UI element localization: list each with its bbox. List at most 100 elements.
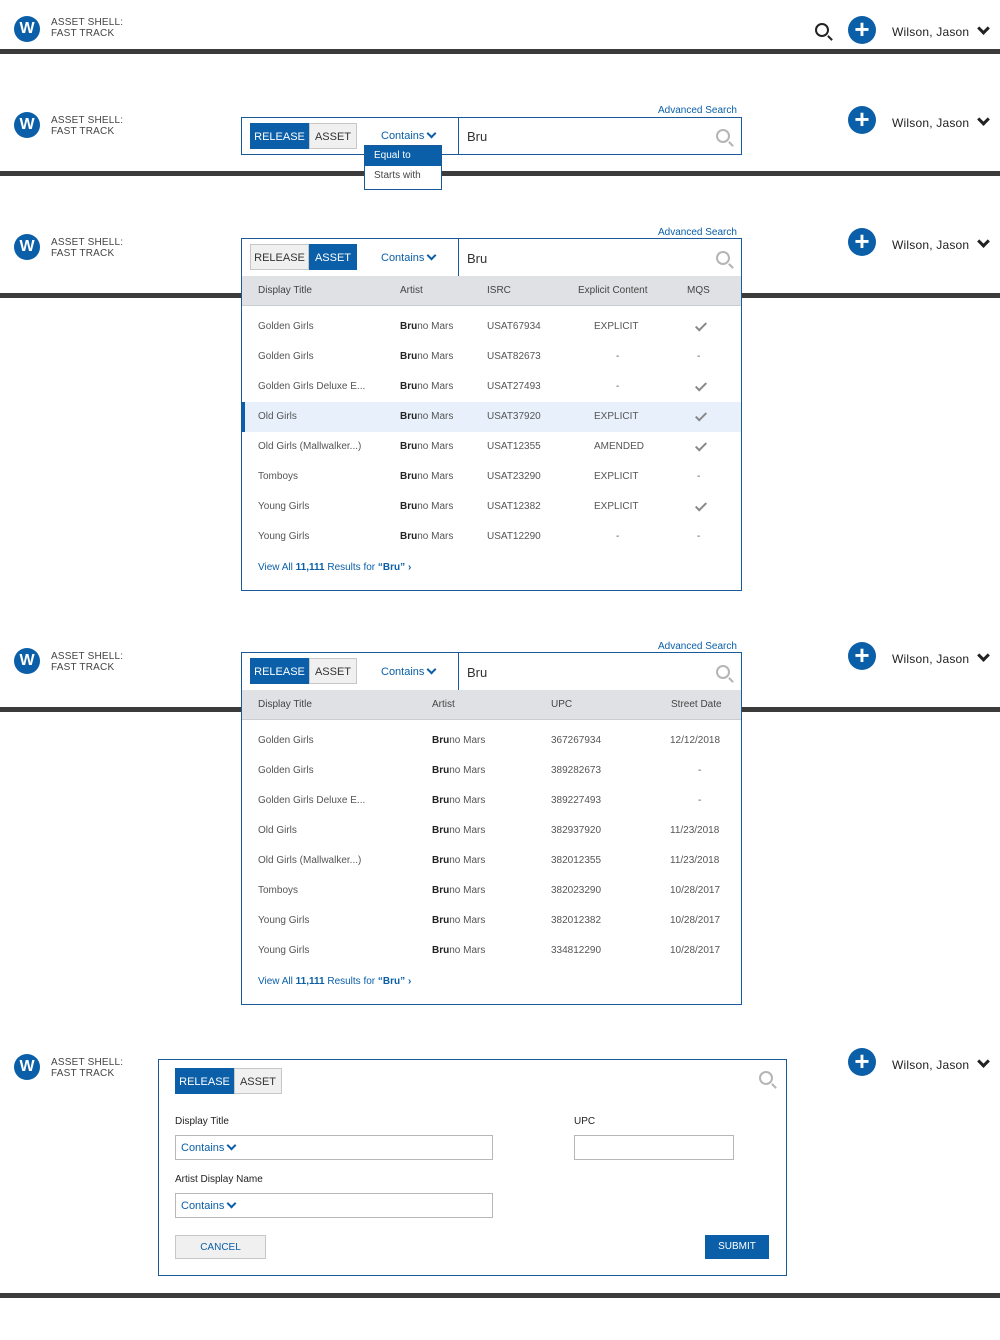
brand-line1: ASSET SHELL:: [51, 17, 124, 28]
chevron-down-icon[interactable]: [426, 664, 437, 675]
table-row[interactable]: Old Girls Bruno Mars USAT37920 EXPLICIT: [242, 402, 741, 432]
operator-select[interactable]: Contains: [181, 1200, 224, 1212]
view-all-link[interactable]: View All 11,111 Results for “Bru” ›: [258, 562, 411, 573]
column-header[interactable]: Explicit Content: [578, 285, 647, 296]
chevron-down-icon[interactable]: [426, 128, 437, 139]
column-header[interactable]: Artist: [432, 699, 455, 710]
tab-release[interactable]: RELEASE: [250, 244, 309, 270]
table-row[interactable]: Golden Girls Bruno Mars USAT82673 - -: [242, 342, 741, 372]
operator-select[interactable]: Contains: [381, 130, 424, 142]
user-name[interactable]: Wilson, Jason: [892, 652, 969, 666]
table-cell: Young Girls: [258, 945, 310, 956]
table-cell: USAT12382: [487, 501, 541, 512]
chevron-down-icon[interactable]: [226, 1198, 237, 1209]
table-row[interactable]: Golden Girls Deluxe E... Bruno Mars USAT27…: [242, 372, 741, 402]
table-row[interactable]: Young Girls Bruno Mars 382012382 10/28/2017: [242, 906, 741, 936]
search-input[interactable]: Bru: [467, 665, 487, 680]
display-title-field[interactable]: Contains: [175, 1135, 493, 1160]
tab-release[interactable]: RELEASE: [175, 1068, 234, 1094]
operator-select[interactable]: Contains: [381, 252, 424, 264]
brand-logo[interactable]: W: [14, 112, 40, 138]
release-search-panel: RELEASE ASSET Contains Bru Display Title…: [241, 652, 742, 1005]
add-icon[interactable]: +: [848, 16, 876, 44]
search-icon[interactable]: [716, 665, 730, 679]
user-name[interactable]: Wilson, Jason: [892, 238, 969, 252]
chevron-down-icon[interactable]: [977, 235, 990, 248]
tab-asset[interactable]: ASSET: [309, 123, 357, 149]
checkmark-icon: [694, 409, 708, 422]
advanced-search-link[interactable]: Advanced Search: [658, 641, 737, 652]
search-icon[interactable]: [716, 251, 730, 265]
tab-asset[interactable]: ASSET: [309, 658, 357, 684]
search-bar: RELEASE ASSET Contains Bru: [241, 117, 742, 155]
column-header[interactable]: Street Date: [671, 699, 722, 710]
submit-button[interactable]: SUBMIT: [705, 1235, 769, 1259]
chevron-down-icon[interactable]: [977, 22, 990, 35]
artist-rest: no Mars: [417, 501, 454, 512]
chevron-down-icon[interactable]: [977, 113, 990, 126]
table-row[interactable]: Golden Girls Bruno Mars 389282673 -: [242, 756, 741, 786]
table-row[interactable]: Young Girls Bruno Mars USAT12382 EXPLICIT: [242, 492, 741, 522]
brand-logo[interactable]: W: [14, 234, 40, 260]
search-icon[interactable]: [716, 129, 730, 143]
table-cell: EXPLICIT: [594, 501, 639, 512]
brand-logo[interactable]: W: [14, 1054, 40, 1080]
table-row[interactable]: Young Girls Bruno Mars 334812290 10/28/2017: [242, 936, 741, 966]
search-input[interactable]: Bru: [467, 251, 487, 266]
table-row[interactable]: Old Girls Bruno Mars 382937920 11/23/2018: [242, 816, 741, 846]
header-bar: [0, 1293, 1000, 1298]
chevron-down-icon[interactable]: [226, 1140, 237, 1151]
column-header[interactable]: Display Title: [258, 285, 312, 296]
header-bar: [0, 49, 1000, 54]
tab-asset[interactable]: ASSET: [309, 244, 357, 270]
search-icon[interactable]: [815, 23, 829, 37]
user-name[interactable]: Wilson, Jason: [892, 116, 969, 130]
view-all-link[interactable]: View All 11,111 Results for “Bru” ›: [258, 976, 411, 987]
column-header[interactable]: Artist: [400, 285, 423, 296]
table-row[interactable]: Old Girls (Mallwalker...) Bruno Mars USAT1…: [242, 432, 741, 462]
table-cell: 382023290: [551, 885, 602, 896]
search-icon[interactable]: [759, 1071, 773, 1085]
table-row[interactable]: Golden Girls Bruno Mars 367267934 12/12/201…: [242, 726, 741, 756]
table-row[interactable]: Golden Girls Bruno Mars USAT67934 EXPLICIT: [242, 312, 741, 342]
advanced-search-link[interactable]: Advanced Search: [658, 227, 737, 238]
table-row[interactable]: Tomboys Bruno Mars USAT23290 EXPLICIT -: [242, 462, 741, 492]
chevron-down-icon[interactable]: [426, 250, 437, 261]
brand-logo[interactable]: W: [14, 16, 40, 42]
table-cell: USAT37920: [487, 411, 541, 422]
tab-release[interactable]: RELEASE: [250, 123, 309, 149]
add-icon[interactable]: +: [848, 106, 876, 134]
user-name[interactable]: Wilson, Jason: [892, 25, 969, 39]
add-icon[interactable]: +: [848, 228, 876, 256]
column-header[interactable]: ISRC: [487, 285, 511, 296]
dropdown-option-starts-with[interactable]: Starts with: [365, 166, 441, 186]
add-icon[interactable]: +: [848, 1048, 876, 1076]
artist-match: Bru: [432, 765, 450, 776]
upc-label: UPC: [574, 1116, 596, 1127]
column-header[interactable]: UPC: [551, 699, 572, 710]
upc-field[interactable]: [574, 1135, 734, 1160]
table-row[interactable]: Tomboys Bruno Mars 382023290 10/28/2017: [242, 876, 741, 906]
column-header[interactable]: MQS: [687, 285, 710, 296]
operator-select[interactable]: Contains: [381, 666, 424, 678]
tab-release[interactable]: RELEASE: [250, 658, 309, 684]
column-header[interactable]: Display Title: [258, 699, 312, 710]
table-row[interactable]: Golden Girls Deluxe E... Bruno Mars 389227…: [242, 786, 741, 816]
table-row[interactable]: Old Girls (Mallwalker...) Bruno Mars 38201…: [242, 846, 741, 876]
tab-asset[interactable]: ASSET: [234, 1068, 282, 1094]
advanced-search-link[interactable]: Advanced Search: [658, 105, 737, 116]
cancel-button[interactable]: CANCEL: [175, 1235, 266, 1259]
user-name[interactable]: Wilson, Jason: [892, 1058, 969, 1072]
artist-rest: no Mars: [417, 471, 454, 482]
dropdown-option-equal-to[interactable]: Equal to: [365, 146, 441, 166]
table-cell: Tomboys: [258, 471, 299, 482]
chevron-down-icon[interactable]: [977, 1055, 990, 1068]
brand-logo[interactable]: W: [14, 648, 40, 674]
chevron-down-icon[interactable]: [977, 649, 990, 662]
artist-display-name-field[interactable]: Contains: [175, 1193, 493, 1218]
search-input[interactable]: Bru: [467, 129, 487, 144]
artist-match: Bru: [432, 885, 450, 896]
add-icon[interactable]: +: [848, 642, 876, 670]
operator-select[interactable]: Contains: [181, 1142, 224, 1154]
table-row[interactable]: Young Girls Bruno Mars USAT12290 - -: [242, 522, 741, 552]
